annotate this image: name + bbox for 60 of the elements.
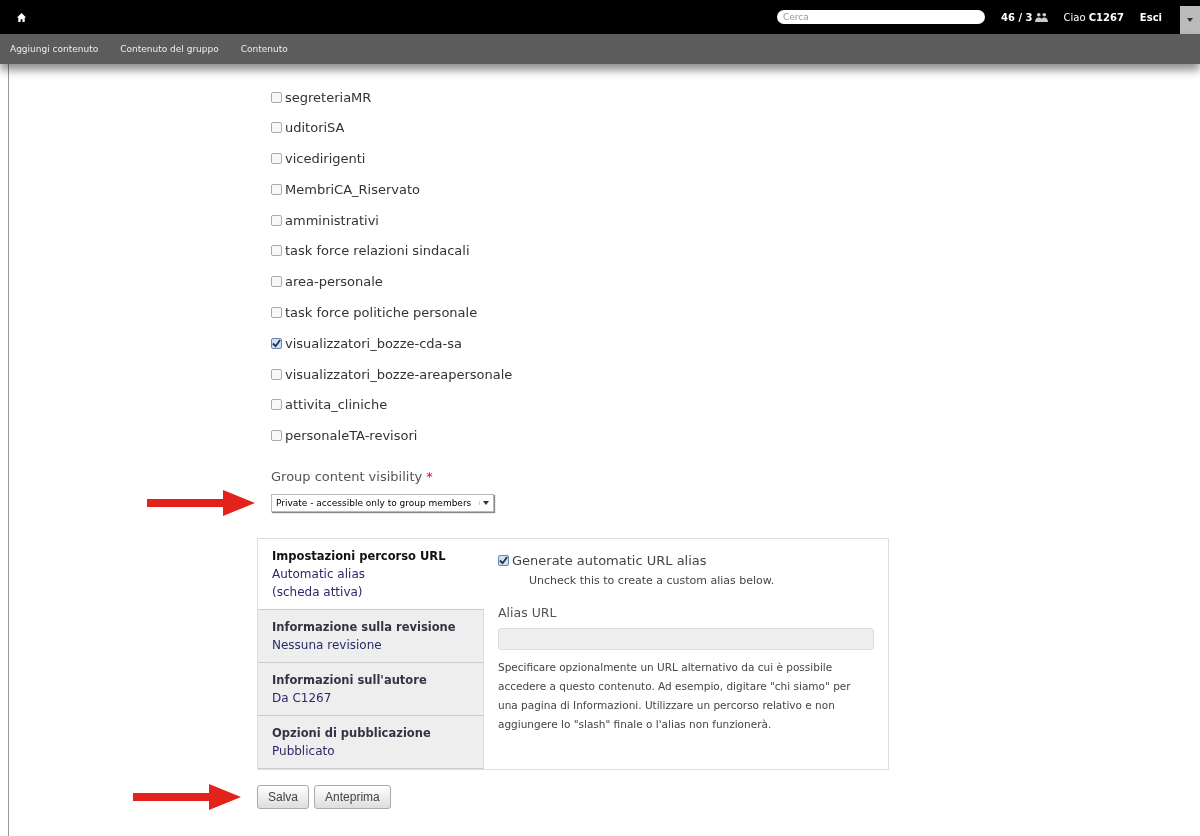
checkbox[interactable]: [271, 183, 282, 195]
tab-title: Informazioni sull'autore: [272, 672, 428, 687]
checkbox[interactable]: [271, 276, 282, 288]
vertical-tab[interactable]: Opzioni di pubblicazione Pubblicato: [258, 715, 484, 769]
checkbox[interactable]: [271, 91, 282, 103]
caret-icon: [1187, 18, 1193, 22]
help-text: Specificare opzionalmente un URL alternativo da cui è possibile accedere a questo contenuto. Ad esempio, digitare "chi siamo" per una pagina di Informazioni. Utilizzare un percorso relativo e non aggiungere lo "slash" finale o l'alias non funzionerà.: [498, 659, 852, 732]
checkbox[interactable]: [271, 122, 282, 134]
tab-title: Informazione sulla revisione: [272, 619, 457, 634]
menu-item[interactable]: Contenuto del gruppo: [120, 44, 219, 54]
dropdown-button[interactable]: [1180, 6, 1200, 34]
notification-counter[interactable]: 46 / 3: [1001, 11, 1033, 23]
checkbox-label: visualizzatori_bozze-areapersonale: [285, 366, 513, 382]
checkbox-label: task force politiche personale: [285, 305, 478, 321]
checkbox-label: amministrativi: [285, 212, 379, 228]
menu-item[interactable]: Contenuto: [240, 44, 288, 54]
vertical-tab[interactable]: Informazione sulla revisione Nessuna revisione: [258, 609, 484, 663]
checkbox[interactable]: [271, 368, 282, 380]
checkbox[interactable]: [271, 399, 282, 411]
tab-summary: Nessuna revisione: [272, 637, 383, 652]
checkbox-label: uditoriSA: [285, 120, 345, 136]
user-greeting[interactable]: Ciao C1267: [1063, 11, 1124, 23]
logout-link[interactable]: Esci: [1139, 11, 1162, 23]
form-button[interactable]: Anteprima: [314, 784, 391, 809]
field-label: Alias URL: [498, 604, 558, 620]
checkbox[interactable]: [271, 153, 282, 165]
checkbox[interactable]: [271, 337, 282, 349]
arrow-icon: [133, 783, 241, 810]
field-label: Group content visibility: [271, 468, 423, 484]
tab-summary: Automatic alias: [272, 566, 366, 581]
checkbox-label: MembriCA_Riservato: [285, 181, 421, 197]
checkbox-label: task force relazioni sindacali: [285, 243, 470, 259]
tab-title: Opzioni di pubblicazione: [272, 725, 432, 740]
tab-summary: Pubblicato: [272, 743, 336, 758]
checkbox-label: personaleTA-revisori: [285, 428, 418, 444]
caret-icon: [483, 500, 490, 505]
checkbox-label: attivita_cliniche: [285, 397, 388, 413]
people-icon[interactable]: [1034, 11, 1048, 23]
checkbox[interactable]: [271, 214, 282, 226]
tab-summary: Da C1267: [272, 690, 333, 705]
checkbox-label: segreteriaMR: [285, 89, 372, 105]
vertical-tab[interactable]: Informazioni sull'autore Da C1267: [258, 662, 484, 716]
home-icon[interactable]: [16, 11, 27, 23]
checkbox-label: Generate automatic URL alias: [512, 552, 707, 568]
arrow-icon: [147, 489, 255, 516]
tab-title: Impostazioni percorso URL: [272, 548, 447, 563]
checkbox[interactable]: [271, 245, 282, 257]
checkbox[interactable]: [271, 430, 282, 442]
checkbox-label: visualizzatori_bozze-cda-sa: [285, 335, 462, 351]
checkbox[interactable]: [498, 554, 509, 566]
required-mark: *: [426, 468, 433, 484]
search-field[interactable]: Cerca: [777, 10, 985, 24]
checkbox-label: area-personale: [285, 274, 383, 290]
visibility-select[interactable]: Private - accessible only to group members: [271, 493, 495, 512]
help-text: Uncheck this to create a custom alias below.: [529, 573, 776, 587]
checkbox[interactable]: [271, 307, 282, 319]
tab-note: (scheda attiva): [272, 584, 364, 599]
checkbox-label: vicedirigenti: [285, 151, 366, 167]
form-button[interactable]: Salva: [257, 784, 310, 809]
menu-item[interactable]: Aggiungi contenuto: [10, 44, 99, 54]
